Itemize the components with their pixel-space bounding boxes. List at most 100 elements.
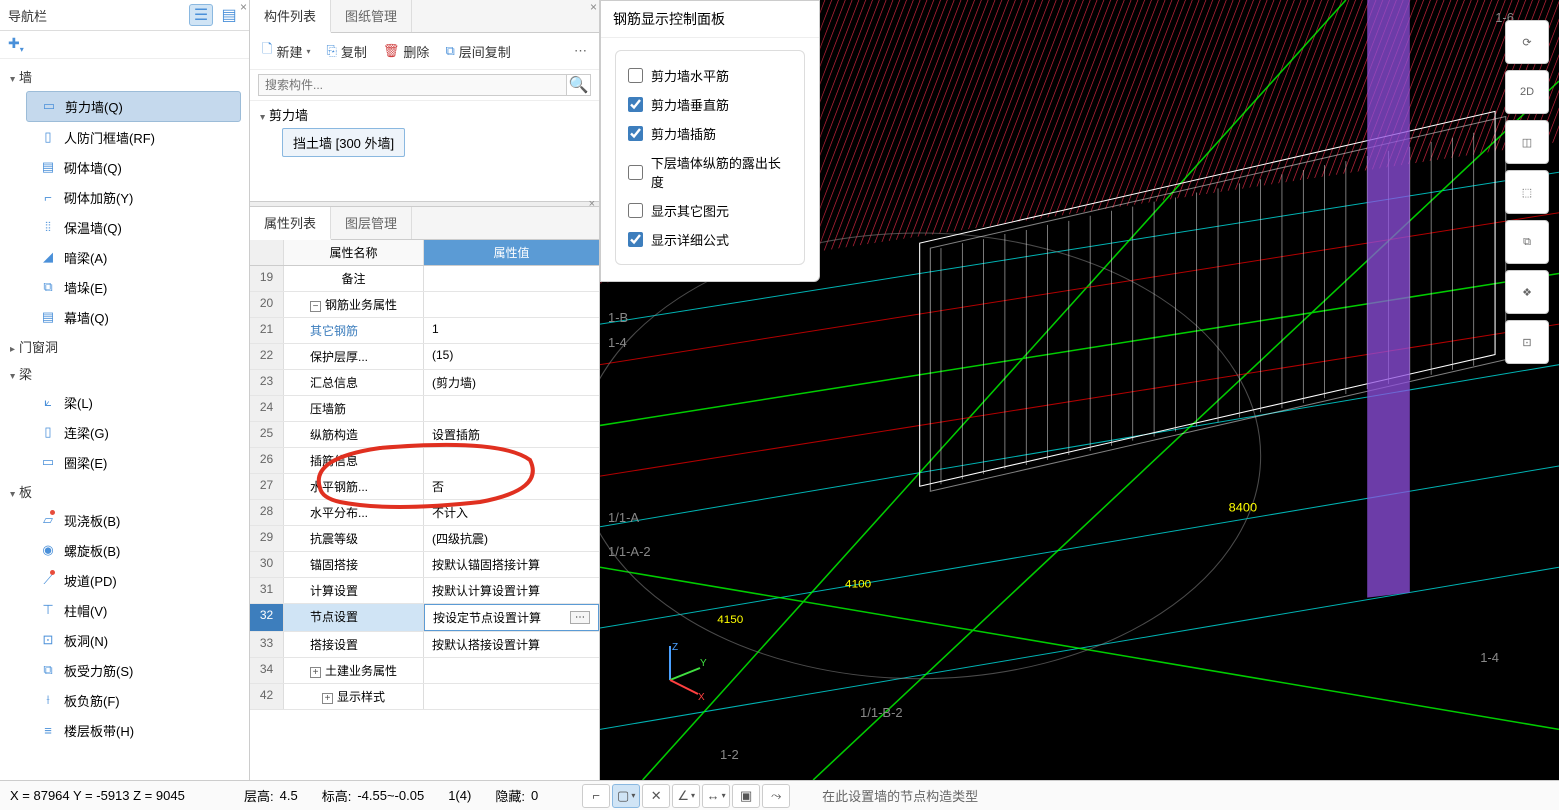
component-search-input[interactable] xyxy=(258,74,567,96)
sb-angle-button[interactable]: ∠ xyxy=(672,784,700,808)
viewport-3d[interactable]: 8400 4100 4150 1-6 1-B 1-4 1/1-A 1/1-A-2… xyxy=(600,0,1559,780)
view-tool-button[interactable]: ⟳ xyxy=(1505,20,1549,64)
tree-item[interactable]: ◢暗梁(A) xyxy=(26,243,241,272)
tab-component-list[interactable]: 构件列表 xyxy=(250,0,331,33)
rebar-checkbox-row[interactable]: 剪力墙水平筋 xyxy=(628,61,792,90)
component-tree-item[interactable]: 挡土墙 [300 外墙] xyxy=(282,128,405,157)
property-row[interactable]: 27水平钢筋...否 xyxy=(250,474,599,500)
axis-label: 1/1-A xyxy=(608,510,639,525)
property-row[interactable]: 23汇总信息(剪力墙) xyxy=(250,370,599,396)
tree-item[interactable]: ⊡板洞(N) xyxy=(26,626,241,655)
copy-button[interactable]: ⎘复制 xyxy=(320,39,372,64)
tree-group-header[interactable]: 门窗洞 xyxy=(0,333,249,360)
property-row[interactable]: 29抗震等级(四级抗震) xyxy=(250,526,599,552)
tree-item-label: 剪力墙(Q) xyxy=(65,97,123,116)
tree-item[interactable]: ≡楼层板带(H) xyxy=(26,716,241,745)
copy-icon: ⎘ xyxy=(326,43,336,59)
rebar-checkbox-row[interactable]: 显示详细公式 xyxy=(628,225,792,254)
sb-ortho-button[interactable]: ⌐ xyxy=(582,784,610,808)
property-row[interactable]: 33搭接设置按默认搭接设置计算 xyxy=(250,632,599,658)
view-tool-button[interactable]: 2D xyxy=(1505,70,1549,114)
rebar-checkbox-row[interactable]: 剪力墙垂直筋 xyxy=(628,90,792,119)
svg-text:4150: 4150 xyxy=(717,614,743,626)
tree-item[interactable]: ▯连梁(G) xyxy=(26,418,241,447)
nav-close-icon[interactable]: × xyxy=(240,0,247,14)
tree-group-header[interactable]: 板 xyxy=(0,478,249,505)
rebar-checkbox-row[interactable]: 剪力墙插筋 xyxy=(628,119,792,148)
panel-splitter[interactable] xyxy=(250,201,599,207)
tree-item[interactable]: ▭ 圈梁(E) xyxy=(26,448,241,477)
tree-item[interactable]: ▤幕墙(Q) xyxy=(26,303,241,332)
floor-copy-button[interactable]: ⧉层间复制 xyxy=(439,39,516,64)
property-row[interactable]: 28水平分布...不计入 xyxy=(250,500,599,526)
rebar-checkbox-row[interactable]: 显示其它图元 xyxy=(628,196,792,225)
rebar-checkbox[interactable] xyxy=(628,165,643,180)
tree-item-icon: ⟋ xyxy=(40,572,56,588)
tree-item-icon: ▯ xyxy=(40,129,56,145)
rebar-checkbox[interactable] xyxy=(628,68,643,83)
tab-drawing-manage[interactable]: 图纸管理 xyxy=(331,0,412,32)
tree-item[interactable]: ▱现浇板(B) xyxy=(26,506,241,535)
tree-item[interactable]: ⧉板受力筋(S) xyxy=(26,656,241,685)
property-row[interactable]: 21其它钢筋1 xyxy=(250,318,599,344)
nav-card-view-button[interactable]: ▤ xyxy=(217,4,241,26)
tree-item[interactable]: ▯人防门框墙(RF) xyxy=(26,123,241,152)
tab-properties[interactable]: 属性列表 xyxy=(250,207,331,240)
tab-layer-manage[interactable]: 图层管理 xyxy=(331,207,412,239)
search-icon[interactable]: 🔍 xyxy=(567,74,591,96)
tree-item[interactable]: ⟀梁(L) xyxy=(26,388,241,417)
property-row[interactable]: 31计算设置按默认计算设置计算 xyxy=(250,578,599,604)
sb-layer-button[interactable]: ▣ xyxy=(732,784,760,808)
nav-tree: 墙▭剪力墙(Q)▯人防门框墙(RF)▤砌体墙(Q)⌐砌体加筋(Y)⦙⦙保温墙(Q… xyxy=(0,59,249,780)
tree-item[interactable]: ⊤柱帽(V) xyxy=(26,596,241,625)
tree-item[interactable]: ⟋坡道(PD) xyxy=(26,566,241,595)
axis-label: 1-2 xyxy=(720,747,739,762)
tree-item[interactable]: ▤砌体墙(Q) xyxy=(26,153,241,182)
rebar-checkbox[interactable] xyxy=(628,126,643,141)
tree-item-icon: ▭ xyxy=(40,454,56,470)
tree-item[interactable]: ▭剪力墙(Q) xyxy=(26,91,241,122)
tree-item-label: 圈梁(E) xyxy=(64,453,107,472)
property-row[interactable]: 24压墙筋 xyxy=(250,396,599,422)
property-row[interactable]: 19备注 xyxy=(250,266,599,292)
sb-snap-button[interactable]: ▢ xyxy=(612,784,640,808)
property-row[interactable]: 20−钢筋业务属性 xyxy=(250,292,599,318)
orientation-gizmo[interactable]: Z Y X xyxy=(650,640,710,700)
tree-item[interactable]: ⟊板负筋(F) xyxy=(26,686,241,715)
view-tool-button[interactable]: ⧉ xyxy=(1505,220,1549,264)
tree-group-header[interactable]: 墙 xyxy=(0,63,249,90)
tree-group-header[interactable]: 梁 xyxy=(0,360,249,387)
property-row[interactable]: 25纵筋构造设置插筋 xyxy=(250,422,599,448)
sb-delete-button[interactable]: ✕ xyxy=(642,784,670,808)
tree-item[interactable]: ◉螺旋板(B) xyxy=(26,536,241,565)
rebar-checkbox[interactable] xyxy=(628,203,643,218)
sb-curve-button[interactable]: ⤳ xyxy=(762,784,790,808)
tree-item[interactable]: ⦙⦙保温墙(Q) xyxy=(26,213,241,242)
view-tool-button[interactable]: ◫ xyxy=(1505,120,1549,164)
tree-item[interactable]: ⧉墙垛(E) xyxy=(26,273,241,302)
tree-item-label: 板负筋(F) xyxy=(64,691,120,710)
property-row[interactable]: 34+土建业务属性 xyxy=(250,658,599,684)
property-row[interactable]: 30锚固搭接按默认锚固搭接计算 xyxy=(250,552,599,578)
mid-close-icon[interactable]: × xyxy=(590,0,597,14)
rebar-checkbox[interactable] xyxy=(628,97,643,112)
view-tool-button[interactable]: ⬚ xyxy=(1505,170,1549,214)
new-icon: 🗋 xyxy=(262,40,272,62)
rebar-checkbox-row[interactable]: 下层墙体纵筋的露出长度 xyxy=(628,148,792,196)
status-hint: 在此设置墙的节点构造类型 xyxy=(822,786,978,805)
tree-item[interactable]: ⌐砌体加筋(Y) xyxy=(26,183,241,212)
property-row[interactable]: 42+显示样式 xyxy=(250,684,599,710)
more-button[interactable]: ⋯ xyxy=(568,41,593,61)
nav-list-view-button[interactable]: ☰ xyxy=(189,4,213,26)
sb-dim-button[interactable]: ↔ xyxy=(702,784,730,808)
delete-button[interactable]: 🗑删除 xyxy=(377,39,436,64)
property-row[interactable]: 32节点设置按设定节点设置计算⋯ xyxy=(250,604,599,632)
view-tool-button[interactable]: ⊡ xyxy=(1505,320,1549,364)
component-tree-group[interactable]: 剪力墙 xyxy=(260,105,589,124)
property-row[interactable]: 26插筋信息 xyxy=(250,448,599,474)
property-row[interactable]: 22保护层厚...(15) xyxy=(250,344,599,370)
new-button[interactable]: 🗋新建▾ xyxy=(256,37,316,65)
view-tool-button[interactable]: ❖ xyxy=(1505,270,1549,314)
rebar-checkbox[interactable] xyxy=(628,232,643,247)
nav-add-button[interactable]: ✚▾ xyxy=(8,35,24,54)
